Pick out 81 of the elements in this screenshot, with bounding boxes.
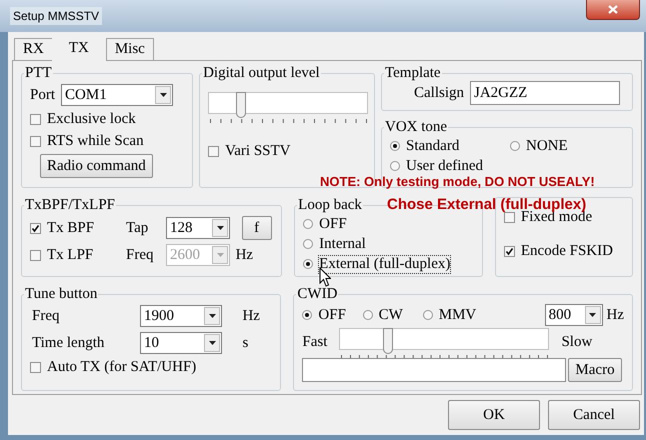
checkbox-label[interactable]: Exclusive lock: [47, 110, 136, 128]
combo-box[interactable]: 128: [166, 217, 230, 239]
window-title: Setup MMSSTV: [10, 7, 102, 25]
radio-label[interactable]: MMV: [438, 306, 476, 324]
checkbox[interactable]: [30, 136, 41, 146]
unit-label: Hz: [242, 308, 261, 324]
radio-button[interactable]: [302, 310, 312, 320]
combo-box[interactable]: 10: [140, 332, 222, 354]
checkbox-label[interactable]: Tx BPF: [47, 220, 94, 236]
radio-label[interactable]: NONE: [526, 138, 568, 154]
checkbox-label[interactable]: Vari SSTV: [225, 142, 290, 160]
group-title: VOX tone: [384, 119, 448, 136]
group-title: Tune button: [24, 286, 98, 303]
checkbox[interactable]: [504, 246, 515, 256]
field-label: Callsign: [414, 84, 464, 102]
radio-button[interactable]: [390, 161, 400, 171]
callsign-field[interactable]: JA2GZZ: [470, 81, 620, 105]
mouse-pointer-icon: [319, 267, 331, 287]
checkbox-label[interactable]: Encode FSKID: [520, 242, 613, 260]
group-title: PTT: [24, 65, 53, 82]
radio-label[interactable]: CW: [378, 306, 403, 324]
checkbox[interactable]: [30, 222, 41, 234]
combo-box[interactable]: 1900: [140, 305, 222, 327]
radio-button[interactable]: [390, 141, 400, 151]
group-title: Template: [384, 65, 442, 82]
radio-button[interactable]: [422, 310, 433, 320]
slider-thumb[interactable]: [383, 328, 394, 354]
tab[interactable]: Misc: [106, 38, 154, 60]
radio-button[interactable]: [303, 239, 314, 249]
radio-button[interactable]: [303, 219, 314, 229]
radio-label[interactable]: User defined: [406, 158, 484, 174]
checkbox[interactable]: [504, 212, 515, 222]
group-title: Digital output level: [202, 65, 321, 82]
unit-label: s: [242, 334, 250, 352]
field-label: Time length: [32, 334, 106, 352]
checkbox[interactable]: [30, 362, 41, 372]
ok-button[interactable]: OK: [448, 400, 540, 430]
field-label: Slow: [561, 334, 592, 350]
f-button[interactable]: f: [242, 216, 272, 240]
close-icon: [608, 5, 618, 14]
checkbox-label[interactable]: RTS while Scan: [47, 132, 144, 150]
annotation-text: NOTE: Only testing mode, DO NOT USEALY!: [320, 175, 595, 188]
caret-icon: [208, 341, 216, 345]
field-label: Freq: [32, 308, 60, 324]
caret-icon: [208, 314, 216, 318]
macro-button[interactable]: Macro: [568, 358, 622, 382]
caret-icon: [216, 226, 224, 230]
combo-box[interactable]: COM1: [61, 84, 174, 106]
caret-icon: [216, 253, 224, 257]
field-label: Freq: [126, 246, 154, 264]
close-button[interactable]: [586, 0, 640, 20]
checkbox[interactable]: [30, 114, 41, 124]
group-title: TxBPF/TxLPF: [24, 197, 116, 214]
cancel-button[interactable]: Cancel: [548, 400, 640, 430]
text-field[interactable]: [302, 358, 566, 382]
radio-button[interactable]: [303, 259, 314, 269]
checkbox[interactable]: [30, 250, 41, 260]
radio-label[interactable]: Standard: [406, 138, 460, 154]
caret-icon: [160, 93, 167, 97]
radio-button[interactable]: [362, 310, 373, 320]
group-title: Loop back: [297, 197, 363, 214]
field-label: Tap: [126, 220, 150, 236]
radio-label[interactable]: External (full-duplex): [319, 256, 450, 272]
radio-command-button[interactable]: Radio command: [40, 154, 153, 178]
radio-label[interactable]: OFF: [318, 306, 346, 324]
tab[interactable]: RX: [14, 38, 52, 60]
group-title: CWID: [296, 286, 338, 303]
radio-button[interactable]: [510, 141, 520, 151]
unit-label: Hz: [606, 306, 624, 324]
combo-box[interactable]: 800: [544, 304, 603, 326]
checkbox-label[interactable]: Auto TX (for SAT/UHF): [47, 358, 196, 376]
slider-thumb[interactable]: [236, 92, 246, 118]
checkbox-label[interactable]: Tx LPF: [47, 246, 94, 264]
annotation-text: Chose External (full-duplex): [387, 197, 586, 212]
unit-label: Hz: [236, 246, 254, 264]
radio-label[interactable]: Internal: [319, 236, 366, 252]
field-label: Fast: [302, 334, 328, 350]
caret-icon: [589, 313, 596, 317]
checkbox[interactable]: [208, 146, 220, 156]
radio-label[interactable]: OFF: [319, 216, 347, 232]
field-label: Port: [30, 86, 56, 104]
